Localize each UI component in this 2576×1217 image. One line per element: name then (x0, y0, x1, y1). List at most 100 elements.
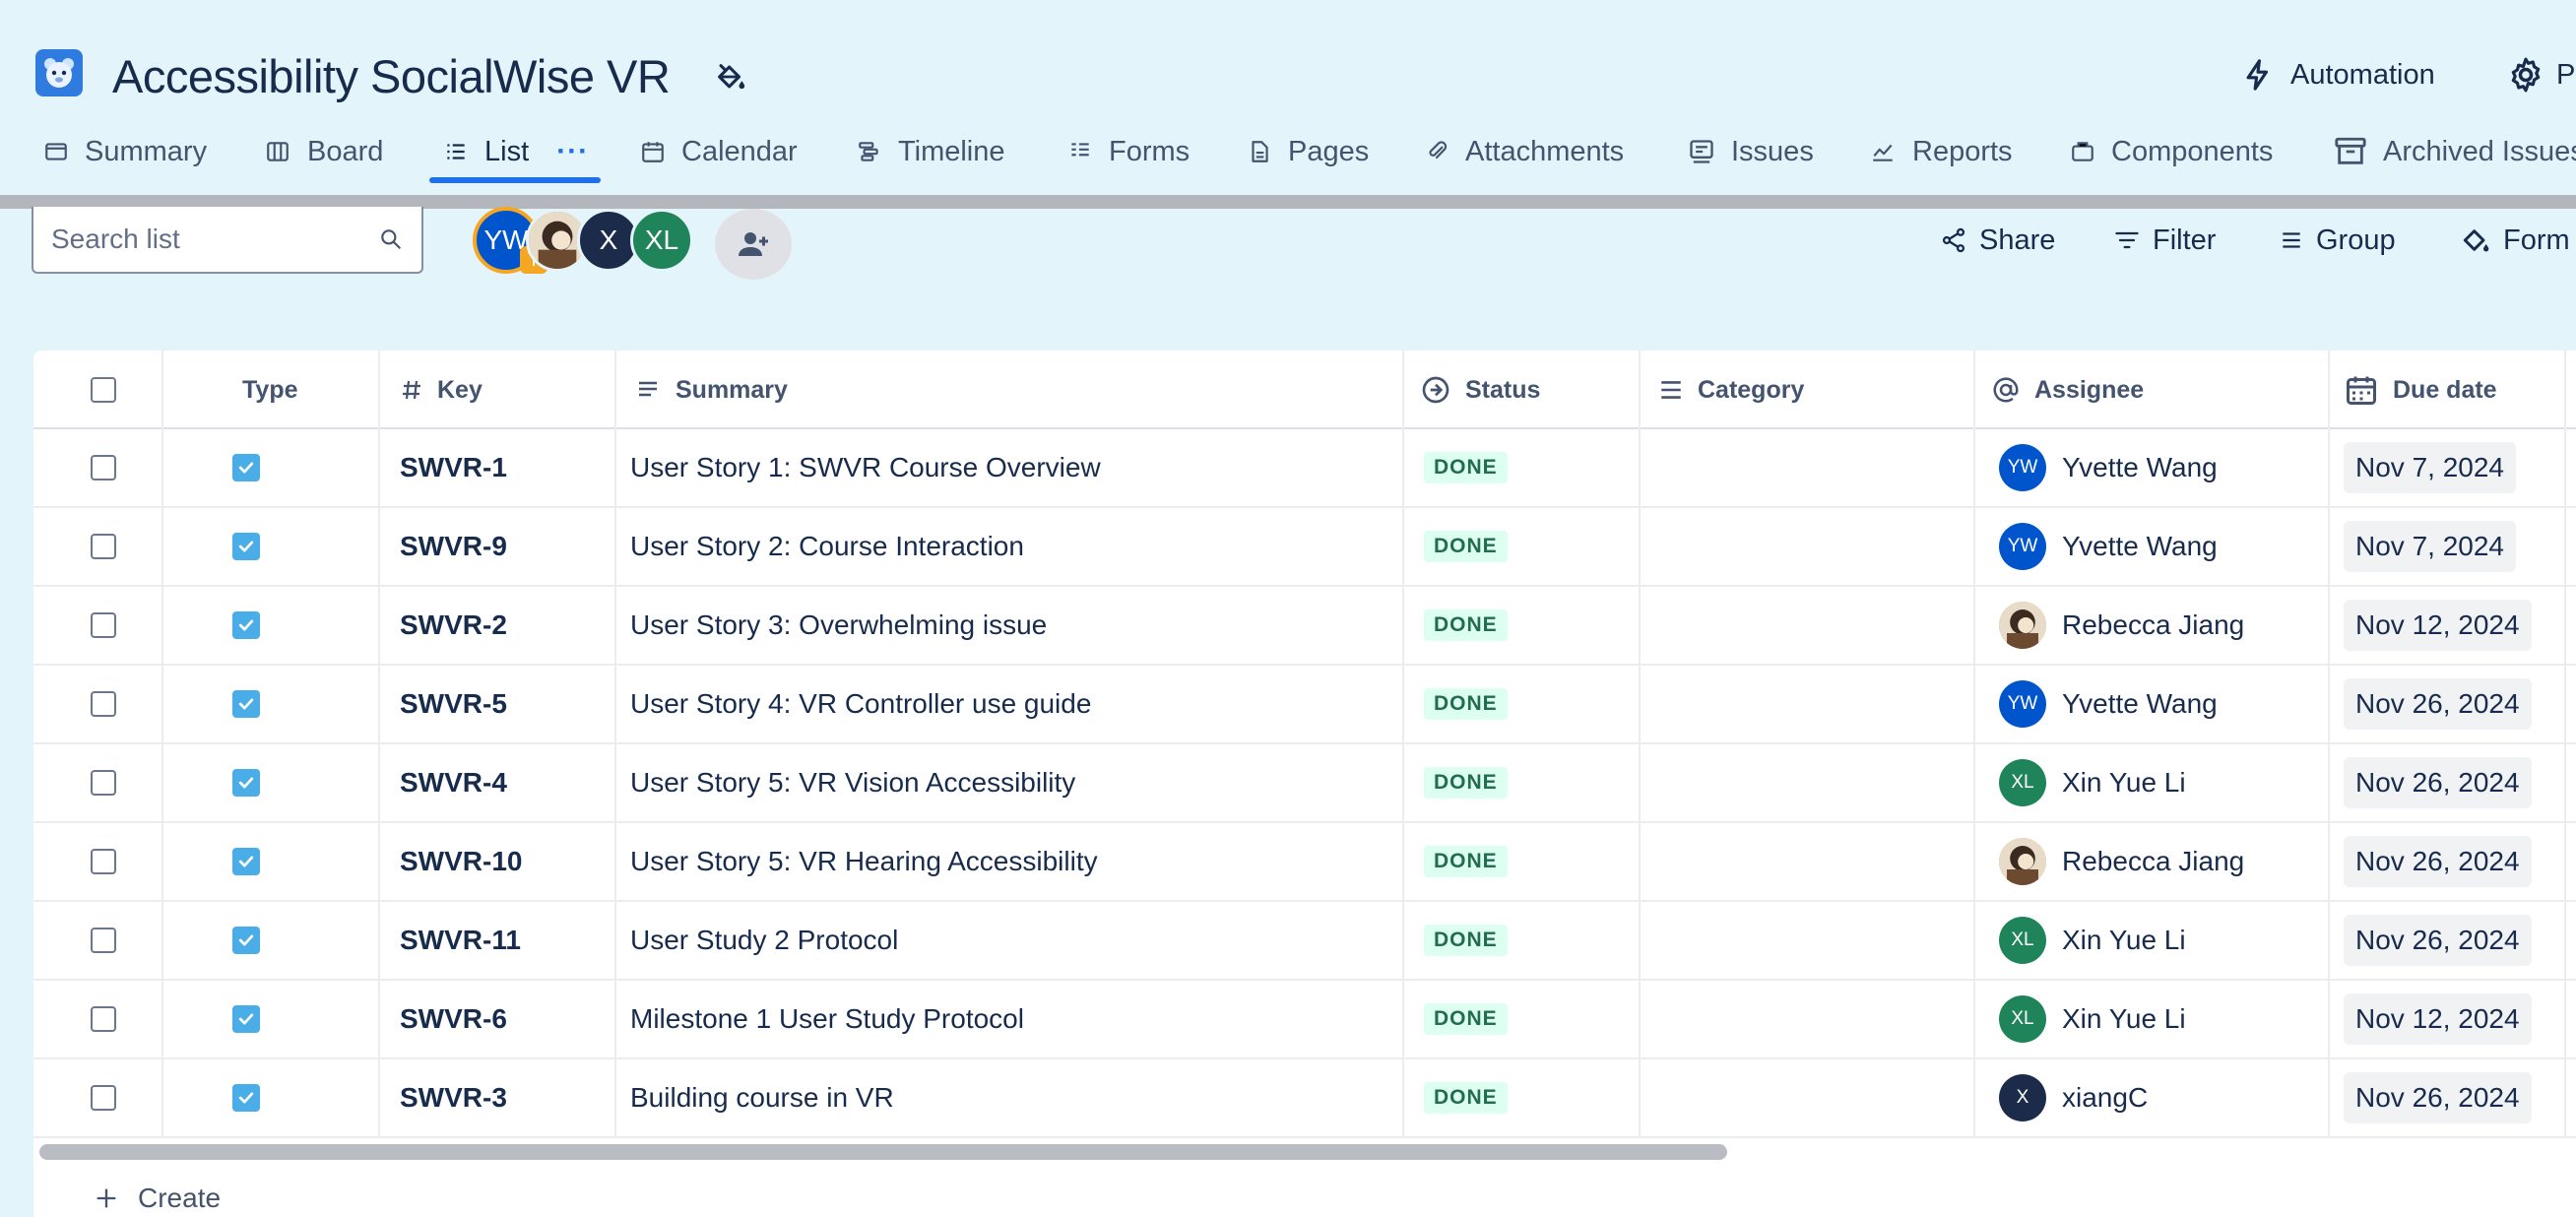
issue-summary[interactable]: Building course in VR (630, 1082, 894, 1114)
tab-summary[interactable]: Summary (43, 122, 207, 181)
table-row[interactable]: SWVR-3 Building course in VR DONE X xian… (33, 1059, 2576, 1138)
due-date-value[interactable]: Nov 26, 2024 (2344, 836, 2532, 887)
row-checkbox[interactable] (91, 849, 116, 874)
row-checkbox[interactable] (91, 691, 116, 717)
assignee-cell[interactable]: XL Xin Yue Li (1999, 981, 2186, 1057)
issue-key-link[interactable]: SWVR-5 (400, 688, 507, 720)
issue-summary[interactable]: User Story 2: Course Interaction (630, 531, 1024, 562)
tab-timeline[interactable]: Timeline (857, 122, 1005, 181)
status-badge[interactable]: DONE (1424, 1003, 1508, 1035)
task-type-icon[interactable] (232, 1005, 260, 1033)
search-input[interactable] (51, 224, 347, 255)
tab-calendar[interactable]: Calendar (640, 122, 798, 181)
due-date-value[interactable]: Nov 7, 2024 (2344, 442, 2516, 493)
assignee-cell[interactable]: YW Yvette Wang (1999, 666, 2218, 742)
tab-forms[interactable]: Forms (1067, 122, 1190, 181)
table-row[interactable]: SWVR-10 User Story 5: VR Hearing Accessi… (33, 823, 2576, 902)
column-header-status[interactable]: Status (1420, 351, 1540, 429)
column-header-due-date[interactable]: Due date (2344, 351, 2497, 429)
group-button[interactable]: Group (2279, 219, 2396, 262)
issue-summary[interactable]: Milestone 1 User Study Protocol (630, 1003, 1024, 1035)
table-row[interactable]: SWVR-11 User Study 2 Protocol DONE XL Xi… (33, 902, 2576, 981)
row-checkbox[interactable] (91, 928, 116, 953)
status-badge[interactable]: DONE (1424, 767, 1508, 799)
issue-key-link[interactable]: SWVR-10 (400, 846, 522, 877)
tab-components[interactable]: Components (2070, 122, 2273, 181)
column-header-type[interactable]: Type (242, 351, 298, 429)
due-date-value[interactable]: Nov 26, 2024 (2344, 678, 2532, 730)
share-button[interactable]: Share (1940, 219, 2055, 262)
table-row[interactable]: SWVR-4 User Story 5: VR Vision Accessibi… (33, 744, 2576, 823)
issue-key-link[interactable]: SWVR-11 (400, 925, 521, 956)
due-date-value[interactable]: Nov 7, 2024 (2344, 521, 2516, 572)
row-checkbox[interactable] (91, 612, 116, 638)
theme-paint-icon[interactable] (711, 57, 750, 96)
status-badge[interactable]: DONE (1424, 531, 1508, 562)
tab-list-more-button[interactable]: ··· (556, 135, 589, 168)
issue-key-link[interactable]: SWVR-9 (400, 531, 507, 562)
assignee-cell[interactable]: X xiangC (1999, 1059, 2148, 1136)
task-type-icon[interactable] (232, 848, 260, 875)
status-badge[interactable]: DONE (1424, 925, 1508, 956)
column-header-summary[interactable]: Summary (634, 351, 788, 429)
issue-key-link[interactable]: SWVR-4 (400, 767, 507, 799)
project-settings-button[interactable]: P (2507, 53, 2575, 96)
status-badge[interactable]: DONE (1424, 688, 1508, 720)
filter-button[interactable]: Filter (2113, 219, 2216, 262)
assignee-cell[interactable]: YW Yvette Wang (1999, 508, 2218, 585)
assignee-cell[interactable]: Rebecca Jiang (1999, 587, 2244, 664)
table-row[interactable]: SWVR-5 User Story 4: VR Controller use g… (33, 666, 2576, 744)
task-type-icon[interactable] (232, 769, 260, 797)
column-header-key[interactable]: Key (400, 351, 483, 429)
column-header-category[interactable]: Category (1658, 351, 1804, 429)
tab-issues[interactable]: Issues (1688, 122, 1814, 181)
column-header-assignee[interactable]: Assignee (1991, 351, 2144, 429)
project-logo-icon[interactable] (35, 49, 83, 96)
assignee-cell[interactable]: Rebecca Jiang (1999, 823, 2244, 900)
due-date-value[interactable]: Nov 26, 2024 (2344, 1072, 2532, 1123)
assignee-cell[interactable]: YW Yvette Wang (1999, 429, 2218, 506)
task-type-icon[interactable] (232, 1084, 260, 1112)
tab-board[interactable]: Board (264, 122, 383, 181)
due-date-value[interactable]: Nov 12, 2024 (2344, 600, 2532, 651)
status-badge[interactable]: DONE (1424, 1082, 1508, 1114)
search-list-box[interactable] (32, 207, 423, 274)
table-row[interactable]: SWVR-2 User Story 3: Overwhelming issue … (33, 587, 2576, 666)
task-type-icon[interactable] (232, 611, 260, 639)
issue-key-link[interactable]: SWVR-3 (400, 1082, 507, 1114)
status-badge[interactable]: DONE (1424, 452, 1508, 483)
row-checkbox[interactable] (91, 455, 116, 480)
task-type-icon[interactable] (232, 533, 260, 560)
due-date-value[interactable]: Nov 26, 2024 (2344, 915, 2532, 966)
task-type-icon[interactable] (232, 690, 260, 718)
assignee-cell[interactable]: XL Xin Yue Li (1999, 902, 2186, 979)
tab-pages[interactable]: Pages (1247, 122, 1369, 181)
add-people-button[interactable] (715, 209, 792, 280)
status-badge[interactable]: DONE (1424, 846, 1508, 877)
issue-summary[interactable]: User Story 5: VR Vision Accessibility (630, 767, 1075, 799)
due-date-value[interactable]: Nov 12, 2024 (2344, 993, 2532, 1045)
issue-key-link[interactable]: SWVR-6 (400, 1003, 507, 1035)
horizontal-scrollbar[interactable] (39, 1144, 1727, 1160)
issue-summary[interactable]: User Story 3: Overwhelming issue (630, 609, 1047, 641)
row-checkbox[interactable] (91, 534, 116, 559)
tab-archived-issues[interactable]: Archived Issues (2334, 122, 2576, 181)
row-checkbox[interactable] (91, 1085, 116, 1111)
create-issue-button[interactable]: Create (33, 1174, 2576, 1217)
due-date-value[interactable]: Nov 26, 2024 (2344, 757, 2532, 808)
table-row[interactable]: SWVR-6 Milestone 1 User Study Protocol D… (33, 981, 2576, 1059)
task-type-icon[interactable] (232, 454, 260, 481)
tab-reports[interactable]: Reports (1869, 122, 2013, 181)
issue-key-link[interactable]: SWVR-2 (400, 609, 507, 641)
tab-list[interactable]: List ··· (443, 122, 589, 181)
automation-button[interactable]: Automation (2241, 53, 2435, 96)
avatar-xinyue[interactable]: XL (630, 209, 693, 272)
issue-summary[interactable]: User Story 1: SWVR Course Overview (630, 452, 1101, 483)
table-row[interactable]: SWVR-1 User Story 1: SWVR Course Overvie… (33, 429, 2576, 508)
row-checkbox[interactable] (91, 770, 116, 796)
assignee-cell[interactable]: XL Xin Yue Li (1999, 744, 2186, 821)
row-checkbox[interactable] (91, 1006, 116, 1032)
issue-key-link[interactable]: SWVR-1 (400, 452, 507, 483)
tab-attachments[interactable]: Attachments (1424, 122, 1624, 181)
issue-summary[interactable]: User Story 5: VR Hearing Accessibility (630, 846, 1098, 877)
